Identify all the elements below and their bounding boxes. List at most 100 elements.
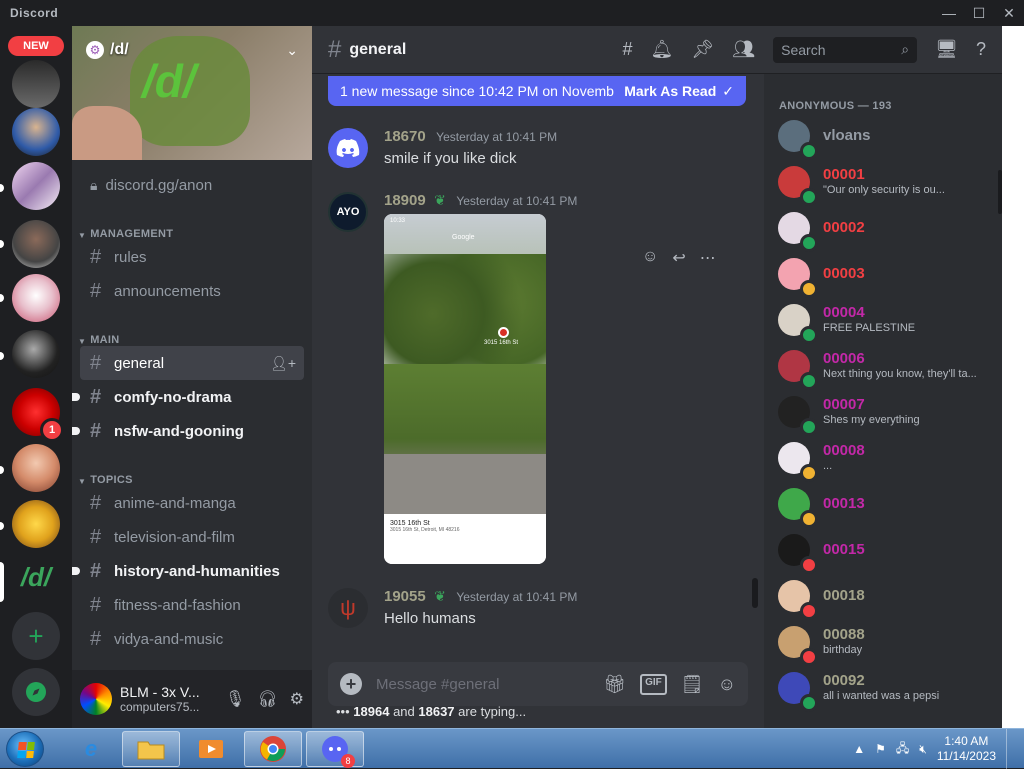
user-avatar[interactable] bbox=[328, 128, 368, 168]
close-button[interactable]: ✕ bbox=[994, 0, 1024, 26]
server-icon-d[interactable]: /d/ bbox=[12, 553, 60, 601]
explore-servers-button[interactable] bbox=[12, 668, 60, 716]
member-name: 00001 bbox=[823, 166, 865, 183]
internet-explorer-icon[interactable]: e bbox=[62, 731, 120, 767]
category-topics[interactable]: ▼ TOPICS bbox=[72, 458, 312, 486]
server-icon-cat[interactable] bbox=[12, 60, 60, 108]
member-item[interactable]: 00015 bbox=[778, 528, 998, 574]
channel-label: general bbox=[114, 354, 165, 372]
add-reaction-icon[interactable]: ☺ bbox=[642, 248, 658, 268]
volume-muted-icon[interactable]: 🔇︎ bbox=[919, 742, 927, 757]
channel-fitness-and-fashion[interactable]: # fitness-and-fashion bbox=[80, 588, 304, 622]
member-name: 00007 bbox=[823, 396, 865, 413]
tray-expand-icon[interactable]: ▲ bbox=[853, 742, 865, 756]
member-item[interactable]: vloans bbox=[778, 114, 998, 160]
typing-user: 18964 bbox=[353, 704, 390, 719]
server-icon-slop[interactable] bbox=[12, 108, 60, 156]
member-item[interactable]: 00088 birthday bbox=[778, 620, 998, 666]
server-icon-flag[interactable] bbox=[12, 274, 60, 322]
message-input[interactable]: Message #general bbox=[376, 676, 603, 693]
channel-nsfw-and-gooning[interactable]: # nsfw-and-gooning bbox=[72, 414, 304, 448]
bell-icon[interactable]: 🔔︎ bbox=[651, 39, 674, 60]
member-item[interactable]: 00001 "Our only security is ou... bbox=[778, 160, 998, 206]
file-explorer-icon[interactable] bbox=[122, 731, 180, 767]
flag-warning-icon[interactable]: ⚑ bbox=[875, 742, 886, 756]
upload-plus-icon[interactable]: + bbox=[340, 673, 362, 695]
emoji-icon[interactable]: ☺ bbox=[718, 674, 736, 695]
member-item[interactable]: 00092 all i wanted was a pepsi bbox=[778, 666, 998, 712]
message-author[interactable]: 19055 bbox=[384, 588, 426, 605]
user-avatar[interactable]: AYO bbox=[328, 192, 368, 232]
show-desktop-button[interactable] bbox=[1006, 729, 1016, 769]
help-icon[interactable]: ? bbox=[976, 39, 986, 60]
mark-as-read-button[interactable]: Mark As Read bbox=[624, 83, 716, 99]
member-item[interactable]: 00006 Next thing you know, they'll ta... bbox=[778, 344, 998, 390]
server-icon-anime[interactable] bbox=[12, 444, 60, 492]
channel-general[interactable]: # general 👤︎+ bbox=[80, 346, 304, 380]
server-header[interactable]: ⚙ /d/ ⌄ bbox=[72, 26, 312, 74]
settings-gear-icon[interactable]: ⚙ bbox=[290, 689, 304, 709]
user-info[interactable]: BLM - 3x V... computers75... bbox=[120, 684, 200, 714]
new-messages-bar[interactable]: 1 new message since 10:42 PM on Novemb..… bbox=[328, 76, 746, 106]
member-item[interactable]: 00008... bbox=[778, 436, 998, 482]
folder-icon bbox=[137, 741, 165, 760]
image-attachment[interactable]: 10:33 Google 3015 16th St 3015 16th St 3… bbox=[384, 214, 546, 564]
message-author[interactable]: 18909 bbox=[384, 192, 426, 209]
pin-icon[interactable]: 📌︎ bbox=[691, 39, 714, 60]
member-scrollbar[interactable] bbox=[998, 170, 1002, 214]
member-item[interactable]: 00004 FREE PALESTINE bbox=[778, 298, 998, 344]
discord-taskbar-icon[interactable]: 8 bbox=[306, 731, 364, 768]
channel-rules[interactable]: # rules bbox=[80, 240, 304, 274]
chevron-down-icon: ⌄ bbox=[286, 41, 298, 58]
chrome-icon[interactable] bbox=[244, 731, 302, 767]
category-main[interactable]: ▼ MAIN bbox=[72, 318, 312, 346]
media-player-icon[interactable] bbox=[182, 731, 240, 767]
member-list-icon[interactable]: 👥︎ bbox=[732, 39, 755, 60]
channel-anime-and-manga[interactable]: # anime-and-manga bbox=[80, 486, 304, 520]
threads-icon[interactable]: # bbox=[623, 39, 633, 60]
member-item[interactable]: 00013 bbox=[778, 482, 998, 528]
channel-television-and-film[interactable]: # television-and-film bbox=[80, 520, 304, 554]
minimize-button[interactable]: — bbox=[934, 0, 964, 26]
microphone-icon[interactable]: 🎙︎ bbox=[225, 689, 245, 709]
user-avatar[interactable]: ψ bbox=[328, 588, 368, 628]
invite-link[interactable]: 🔒︎ discord.gg/anon bbox=[72, 168, 312, 202]
channel-vidya-and-music[interactable]: # vidya-and-music bbox=[80, 622, 304, 656]
member-item[interactable]: 00003 bbox=[778, 252, 998, 298]
presence-status-icon bbox=[800, 602, 818, 620]
chat-scrollbar[interactable] bbox=[752, 578, 758, 608]
channel-announcements[interactable]: # announcements bbox=[80, 274, 304, 308]
server-icon-jesus[interactable] bbox=[12, 500, 60, 548]
new-badge[interactable]: NEW bbox=[8, 36, 64, 56]
member-status-text: FREE PALESTINE bbox=[823, 322, 916, 334]
start-button[interactable] bbox=[6, 731, 44, 767]
add-server-button[interactable]: + bbox=[12, 612, 60, 660]
server-icon-person[interactable] bbox=[12, 220, 60, 268]
reply-icon[interactable]: ↩ bbox=[672, 248, 685, 268]
more-options-icon[interactable]: ⋯ bbox=[700, 248, 716, 268]
message-author[interactable]: 18670 bbox=[384, 128, 426, 145]
inbox-icon[interactable]: 🖥︎ bbox=[935, 39, 958, 60]
maximize-button[interactable]: ☐ bbox=[964, 0, 994, 26]
search-input[interactable]: Search ⌕ bbox=[773, 36, 918, 63]
member-item[interactable]: 00018 bbox=[778, 574, 998, 620]
gif-button[interactable]: GIF bbox=[640, 673, 667, 695]
category-management[interactable]: ▼ MANAGEMENT bbox=[72, 212, 312, 240]
channel-comfy-no-drama[interactable]: # comfy-no-drama bbox=[72, 380, 304, 414]
chevron-down-icon: ▼ bbox=[78, 337, 87, 346]
clock[interactable]: 1:40 AM 11/14/2023 bbox=[937, 734, 996, 764]
sticker-icon[interactable]: 🗒︎ bbox=[681, 674, 704, 695]
server-icon-dark[interactable] bbox=[12, 330, 60, 378]
server-icon-pink[interactable] bbox=[12, 162, 60, 210]
message-composer[interactable]: + Message #general 🎁︎ GIF 🗒︎ ☺ bbox=[328, 662, 748, 706]
message-timestamp: Yesterday at 10:41 PM bbox=[456, 590, 578, 604]
member-item[interactable]: 00007 Shes my everything bbox=[778, 390, 998, 436]
add-member-icon[interactable]: 👤︎+ bbox=[270, 355, 296, 372]
network-icon[interactable]: 🖧︎ bbox=[896, 739, 909, 760]
channel-history-and-humanities[interactable]: # history-and-humanities bbox=[72, 554, 304, 588]
headphones-icon[interactable]: 🎧︎ bbox=[257, 689, 277, 709]
user-avatar[interactable] bbox=[80, 683, 112, 715]
category-label: MANAGEMENT bbox=[90, 228, 174, 240]
member-item[interactable]: 00002 bbox=[778, 206, 998, 252]
gift-icon[interactable]: 🎁︎ bbox=[603, 674, 626, 695]
